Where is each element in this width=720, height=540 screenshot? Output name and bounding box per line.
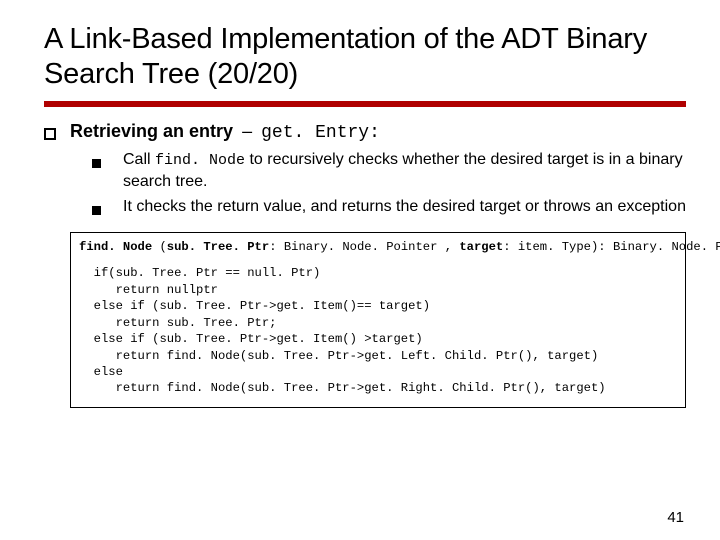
lvl1-code: get. Entry xyxy=(261,123,369,143)
bullet-level2-text: It checks the return value, and returns … xyxy=(123,196,686,217)
sig-p2n: target xyxy=(459,240,503,254)
lvl1-label: Retrieving an entry xyxy=(70,121,233,141)
sub0-code: find. Node xyxy=(155,152,245,169)
code-line: else xyxy=(79,364,677,380)
sig-fn: find. Node xyxy=(79,240,152,254)
sub1-post: It checks the return value, and returns … xyxy=(123,198,686,215)
bullet-level2: Call find. Node to recursively checks wh… xyxy=(92,149,686,193)
hollow-square-bullet-icon xyxy=(44,128,56,140)
code-signature: find. Node (sub. Tree. Ptr: Binary. Node… xyxy=(79,239,677,255)
dash: – xyxy=(242,121,252,141)
bullet-level1: Retrieving an entry – get. Entry: xyxy=(44,121,686,143)
code-line: else if (sub. Tree. Ptr->get. Item() >ta… xyxy=(79,331,677,347)
code-line: return sub. Tree. Ptr; xyxy=(79,315,677,331)
code-line: return nullptr xyxy=(79,282,677,298)
page-number: 41 xyxy=(667,509,684,526)
slide-title: A Link-Based Implementation of the ADT B… xyxy=(44,22,686,107)
sig-p1t: : Binary. Node. Pointer , xyxy=(269,240,459,254)
code-line: return find. Node(sub. Tree. Ptr->get. L… xyxy=(79,348,677,364)
sig-open: ( xyxy=(152,240,167,254)
filled-square-bullet-icon xyxy=(92,206,101,215)
filled-square-bullet-icon xyxy=(92,159,101,168)
code-box: find. Node (sub. Tree. Ptr: Binary. Node… xyxy=(70,232,686,408)
sig-p1n: sub. Tree. Ptr xyxy=(167,240,269,254)
code-line: if(sub. Tree. Ptr == null. Ptr) xyxy=(79,265,677,281)
bullet-level2-text: Call find. Node to recursively checks wh… xyxy=(123,149,686,193)
bullet-level1-text: Retrieving an entry – get. Entry: xyxy=(70,121,380,143)
sub0-pre: Call xyxy=(123,151,155,168)
bullet-level2: It checks the return value, and returns … xyxy=(92,196,686,217)
code-line: return find. Node(sub. Tree. Ptr->get. R… xyxy=(79,380,677,396)
code-line: else if (sub. Tree. Ptr->get. Item()== t… xyxy=(79,298,677,314)
sig-p2t: : item. Type): Binary. Node. Pointer xyxy=(503,240,720,254)
slide: A Link-Based Implementation of the ADT B… xyxy=(0,0,720,540)
lvl1-colon: : xyxy=(369,123,380,143)
